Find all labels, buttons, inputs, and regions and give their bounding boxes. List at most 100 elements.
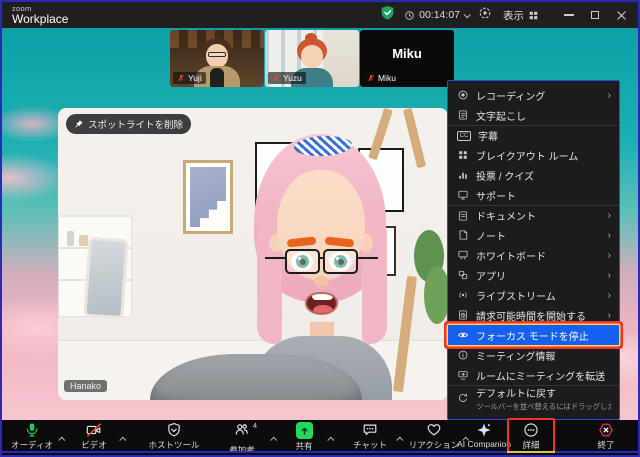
plant-decor <box>424 266 448 324</box>
shield-icon <box>168 423 180 437</box>
notes-icon <box>459 230 468 240</box>
breakout-rooms-icon <box>459 151 467 159</box>
video-off-icon <box>86 423 101 437</box>
ai-sparkle-icon <box>477 423 491 437</box>
main-video-hanako[interactable]: スポットライトを削除 Hanako <box>58 108 448 400</box>
transcript-icon <box>459 110 467 120</box>
submenu-arrow-icon: › <box>607 269 611 281</box>
meeting-time-value: 00:14:07 <box>419 9 460 21</box>
maximize-button[interactable] <box>582 2 608 28</box>
close-icon <box>616 10 626 20</box>
avatar-turtleneck <box>210 68 224 87</box>
share-screen-icon <box>295 422 313 439</box>
maximize-icon <box>591 11 599 19</box>
menu-item-notes[interactable]: ノート › <box>448 225 619 245</box>
avatar-glasses <box>285 249 320 274</box>
submenu-arrow-icon: › <box>607 210 611 221</box>
menu-item-breakout-rooms[interactable]: ブレイクアウト ルーム <box>448 145 619 165</box>
share-button[interactable]: 共有 <box>284 422 324 452</box>
ladder-decor <box>402 108 427 169</box>
avatar-glasses <box>265 257 286 259</box>
chat-options-chevron[interactable] <box>396 429 404 447</box>
meeting-timer[interactable]: 00:14:07 <box>404 9 471 21</box>
submenu-arrow-icon: › <box>607 289 611 301</box>
participant-name-label: Hanako <box>64 380 108 392</box>
menu-item-billable-time[interactable]: 請求可能時間を開始する › <box>448 305 619 325</box>
submenu-arrow-icon: › <box>607 89 611 101</box>
whiteboard-icon <box>458 250 468 260</box>
audio-button[interactable]: オーディオ <box>8 422 56 451</box>
minimize-icon <box>564 14 574 16</box>
menu-item-polls[interactable]: 投票 / クイズ <box>448 165 619 185</box>
more-button[interactable]: 詳細 <box>510 422 552 451</box>
focus-indicator-icon[interactable] <box>478 6 492 25</box>
video-options-chevron[interactable] <box>119 429 127 447</box>
video-thumbnail-yuzu[interactable]: Yuzu <box>265 30 359 87</box>
chat-button[interactable]: チャット <box>346 422 394 451</box>
apps-icon <box>458 270 468 280</box>
mirror-decor <box>83 236 129 320</box>
avatar-glasses <box>323 249 358 274</box>
menu-item-captions[interactable]: CC 字幕 <box>448 125 619 145</box>
remove-spotlight-button[interactable]: スポットライトを削除 <box>66 114 192 134</box>
grid-view-icon <box>529 11 538 19</box>
submenu-arrow-icon: › <box>607 309 611 321</box>
focus-mode-eye-icon <box>458 332 468 338</box>
menu-item-transcription[interactable]: 文字起こし <box>448 105 619 125</box>
menu-item-apps[interactable]: アプリ › <box>448 265 619 285</box>
muted-mic-icon <box>272 74 280 82</box>
participant-name-label: Miku <box>363 72 400 84</box>
view-label: 表示 <box>503 9 524 22</box>
avatar-nose <box>314 276 329 287</box>
end-button[interactable]: 終了 <box>584 422 628 451</box>
participant-name: Yuzu <box>283 73 302 83</box>
zoom-meeting-window: zoom Workplace 00:14:07 表示 Yuji Yuzu Mik… <box>0 0 640 457</box>
muted-mic-icon <box>367 74 375 82</box>
more-ellipsis-icon <box>524 423 538 437</box>
security-shield-icon[interactable] <box>380 5 395 25</box>
view-button[interactable]: 表示 <box>503 8 539 23</box>
avatar-glasses <box>318 257 325 259</box>
audio-options-chevron[interactable] <box>58 429 66 447</box>
chat-icon <box>363 424 377 436</box>
menu-item-stop-focus-mode[interactable]: フォーカス モードを停止 <box>448 325 619 345</box>
reset-icon <box>459 393 468 402</box>
share-options-chevron[interactable] <box>327 429 335 447</box>
menu-item-meeting-info[interactable]: ミーティング情報 <box>448 345 619 365</box>
video-thumbnail-miku[interactable]: Miku Miku <box>360 30 454 87</box>
host-tools-button[interactable]: ホストツール <box>144 422 204 451</box>
livestream-icon <box>459 292 467 298</box>
close-button[interactable] <box>608 2 634 28</box>
participants-count-badge: 4 <box>252 421 257 430</box>
menu-item-transfer-meeting[interactable]: ルームにミーティングを転送 <box>448 365 619 385</box>
menu-item-documents[interactable]: ドキュメント › <box>448 205 619 225</box>
cc-icon: CC <box>457 130 471 141</box>
info-icon <box>458 350 468 360</box>
bottom-strip <box>2 453 638 455</box>
polls-icon <box>459 172 467 179</box>
end-meeting-icon <box>599 423 613 437</box>
support-icon <box>458 190 468 200</box>
zoom-workplace-logo: zoom Workplace <box>12 5 68 26</box>
record-icon <box>458 90 468 100</box>
participants-icon <box>235 424 248 435</box>
participant-name-label: Yuji <box>173 72 206 84</box>
menu-item-support[interactable]: サポート <box>448 185 619 205</box>
participant-name-label: Yuzu <box>268 72 306 84</box>
muted-mic-icon <box>177 74 185 82</box>
minimize-button[interactable] <box>556 2 582 28</box>
participants-options-chevron[interactable] <box>270 429 278 447</box>
video-thumbnail-yuji[interactable]: Yuji <box>170 30 264 87</box>
menu-item-recording[interactable]: レコーディング › <box>448 85 619 105</box>
meeting-toolbar: オーディオ ビデオ ホストツール 4 参加者 共有 チャット リアクション AI… <box>2 420 638 455</box>
meeting-canvas: Yuji Yuzu Miku Miku スポットライトを削除 Hanako レコ… <box>2 28 638 420</box>
participant-name: Yuji <box>188 73 202 83</box>
menu-item-whiteboard[interactable]: ホワイトボード › <box>448 245 619 265</box>
more-options-menu: レコーディング › 文字起こし CC 字幕 ブレイクアウト ルーム 投票 / ク… <box>447 80 620 420</box>
menu-item-reset-default[interactable]: デフォルトに戻す ツールバーを並べ替えるにはドラッグします <box>448 385 619 417</box>
video-button[interactable]: ビデオ <box>70 422 118 451</box>
menu-item-livestream[interactable]: ライブストリーム › <box>448 285 619 305</box>
mic-icon <box>26 423 38 437</box>
avatar-mouth <box>305 292 338 315</box>
avatar-glasses <box>357 257 378 259</box>
